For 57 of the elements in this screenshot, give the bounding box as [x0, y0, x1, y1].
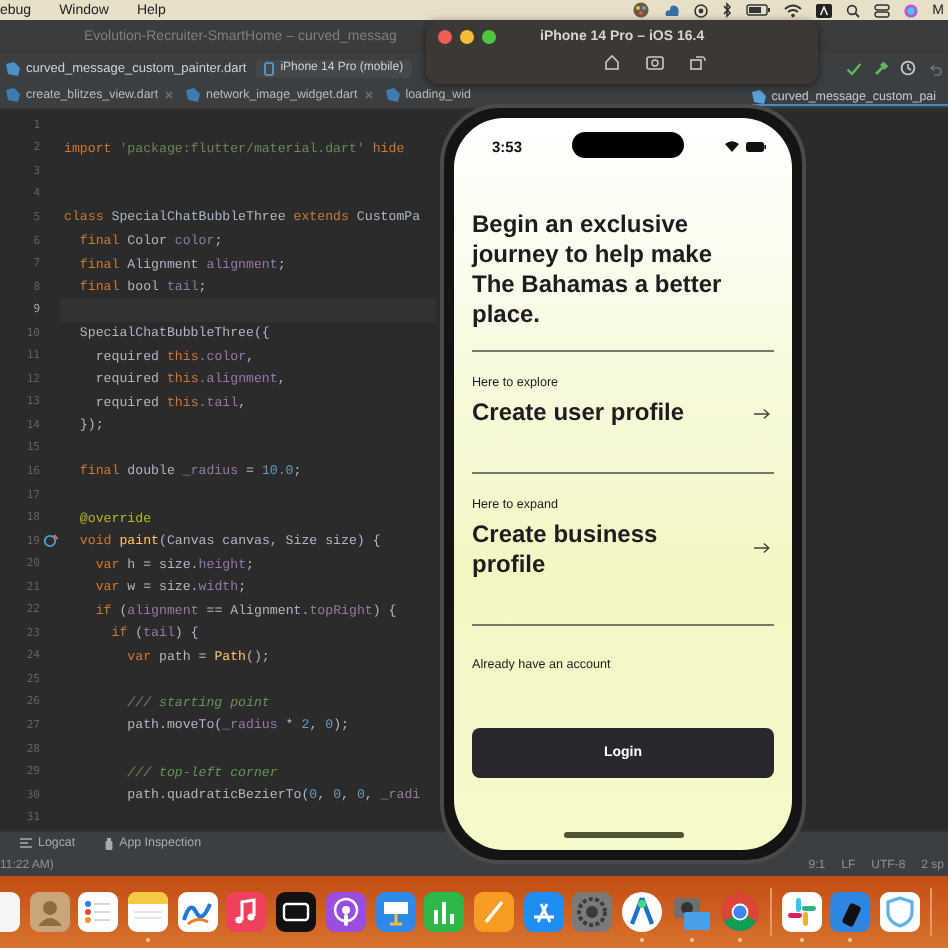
home-indicator — [563, 832, 683, 837]
dynamic-island — [572, 132, 684, 158]
bottle-icon — [103, 837, 114, 849]
arrow-right-icon[interactable] — [754, 542, 770, 554]
arrow-right-icon[interactable] — [754, 408, 770, 420]
list-icon — [20, 838, 32, 848]
rotate-icon[interactable] — [689, 54, 705, 70]
running-indicator — [639, 938, 644, 942]
checklist-icon[interactable] — [78, 892, 119, 932]
cloud-icon[interactable] — [664, 3, 681, 17]
music-note-icon[interactable] — [226, 892, 267, 932]
dart-file-icon — [186, 88, 201, 102]
app-store-icon[interactable] — [523, 892, 564, 932]
clock-icon[interactable] — [900, 60, 916, 76]
camera-icon[interactable] — [671, 892, 712, 932]
heading: Begin an exclusive journey to help make The Bahamas a better place. — [472, 210, 724, 330]
running-indicator — [689, 938, 694, 942]
running-indicator — [146, 938, 151, 942]
siri-icon[interactable] — [904, 3, 919, 17]
minimize-icon[interactable] — [460, 30, 474, 44]
search-icon[interactable] — [846, 3, 861, 17]
override-marker-icon[interactable] — [44, 533, 58, 548]
phone-icon — [264, 61, 275, 75]
shield-icon[interactable] — [880, 892, 921, 932]
option-link[interactable]: Create business profile — [472, 520, 728, 580]
running-indicator — [799, 938, 804, 942]
check-icon[interactable] — [846, 61, 862, 75]
notepad-icon[interactable] — [128, 892, 169, 932]
tv-screen-icon[interactable] — [276, 892, 317, 932]
play-circle-icon[interactable] — [694, 3, 709, 17]
bar-chart-icon[interactable] — [424, 892, 465, 932]
dart-file-icon — [385, 88, 400, 102]
podcast-icon[interactable] — [325, 892, 366, 932]
pen-icon[interactable] — [473, 892, 514, 932]
option-link[interactable]: Create user profile — [472, 398, 685, 428]
home-icon[interactable] — [603, 54, 619, 70]
gear-icon[interactable] — [572, 892, 613, 932]
browser-icon[interactable] — [720, 892, 761, 932]
bluetooth-icon[interactable] — [722, 2, 733, 18]
compass-icon[interactable] — [621, 892, 662, 932]
phone-hand-icon[interactable] — [830, 892, 871, 932]
control-center-icon[interactable] — [874, 3, 891, 17]
input-source-icon[interactable] — [816, 3, 833, 17]
hash-grid-icon[interactable] — [781, 892, 822, 932]
battery-icon — [746, 141, 766, 151]
wifi-icon — [724, 140, 740, 152]
close-icon[interactable] — [438, 30, 452, 44]
running-indicator — [848, 938, 853, 942]
squiggle-board-icon[interactable] — [177, 892, 218, 932]
screenshot-icon[interactable] — [645, 54, 663, 70]
palette-icon[interactable] — [632, 2, 651, 18]
running-indicator — [738, 938, 743, 942]
battery-icon[interactable] — [746, 4, 771, 16]
wifi-icon[interactable] — [784, 3, 803, 17]
hammer-icon[interactable] — [874, 61, 888, 75]
maximize-icon[interactable] — [482, 30, 496, 44]
podium-icon[interactable] — [375, 892, 415, 932]
